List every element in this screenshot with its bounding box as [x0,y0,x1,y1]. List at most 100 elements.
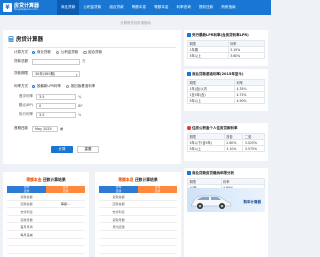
result-row: 支付利息 [99,208,177,216]
result-row-value [46,246,85,253]
calculate-button[interactable]: 计算 [51,146,73,153]
result-row-value [138,208,177,215]
calendar-icon[interactable]: ▦ [60,127,63,131]
bp-row: 基点(BP) 0 BP [15,102,83,109]
car-calculator-banner[interactable]: 购车计算器 [187,188,265,212]
result-row: 每月递减 [7,231,85,239]
result-row: 贷款月数 [99,216,177,224]
result-title-suffix: 还款计算结果 [134,177,158,182]
radio-label: 按最新LPR利率 [36,84,61,88]
nav-item-guide[interactable]: 购房指南 [217,0,239,15]
result-row-value: 等额... [60,202,71,207]
result-row-value [138,193,177,200]
lpr-unit: % [78,94,82,99]
nav-item-prepay[interactable]: 提前还款 [195,0,217,15]
actual-rate-input[interactable]: 3.5 [36,111,76,118]
radio-dot [65,84,70,89]
nav-item-equal-principal[interactable]: 等额本金 [150,0,172,15]
result-title: 等额本息 还款计算结果 [95,172,181,183]
result-row-label: 还款总额 [112,202,125,207]
result-row-label [7,239,46,246]
calculator-icon [8,36,14,42]
logo[interactable]: ¥ 房贷计算器 fangdaijisuan.com [3,3,49,12]
lpr-input[interactable]: 3.5 [36,93,76,100]
reset-button[interactable]: 重置 [77,146,99,153]
table-cell: 3.10% [223,145,244,152]
result-row [7,246,85,254]
chart-icon [187,33,191,37]
radio-label: 商业贷款 [36,50,51,54]
result-row-label: 贷款月数 [20,217,33,222]
result-row-label [99,239,138,246]
first-payment-date-input[interactable]: May 2025 [32,125,58,132]
result-row [99,246,177,254]
nav-item-rate-query[interactable]: 利率查询 [172,0,194,15]
loan-type-label: 计算方式 [14,50,28,54]
result-row: 首月月供 [7,223,85,231]
lpr-card-title: 央行最新LPR利率(含房贷利率LPR) [192,32,249,37]
chevron-down-icon: ▾ [75,73,78,77]
actual-rate-row: 执行利率 3.5 % [15,111,81,118]
car-icon [190,195,232,209]
nav-items: 商业贷款 公积金贷款 组合贷款 等额本息 等额本金 利率查询 提前还款 购房指南 [57,0,240,15]
result-row [99,231,177,239]
result-summary: 月均 还款 首月 还款 [99,186,177,193]
logo-subtitle: fangdaijisuan.com [14,7,38,11]
result-title-highlight: 等额本金 [26,177,42,182]
result-summary-left: 月均 还款 [99,186,138,193]
lpr-rate-card: 央行最新LPR利率(含房贷利率LPR) 期限 利率 1年期 3.10% 5年以上 3.… [184,30,268,66]
result-row: 还款总额 等额... [7,201,85,209]
term-select[interactable]: 30年(360期) ▾ [32,70,80,77]
amount-input[interactable] [32,58,80,65]
result-panel-equal-installment: 等额本息 还款计算结果 月均 还款 首月 还款 贷款总额还款总额支付利息贷款月数 月均… [95,172,181,257]
actual-rate-unit: % [78,112,82,117]
house-icon [187,171,191,175]
base-rate-card: 商业贷款基准利率(2015年至今) 期限 利率 1年(含)以内 4.35% 1至5年… [184,69,268,111]
divider [8,47,176,48]
table-cell: 3.60% [227,52,266,59]
radio-lpr[interactable]: 按最新LPR利率 [32,84,61,89]
result-row-value [46,216,85,223]
logo-icon: ¥ [3,3,12,12]
result-title: 等额本金 还款计算结果 [3,172,89,183]
result-row-label: 贷款月数 [112,217,125,222]
result-row-label: 支付利息 [112,209,125,214]
table-cell: 5年以上 [187,145,225,152]
nav-item-commercial[interactable]: 商业贷款 [57,0,80,15]
loan-type-row: 计算方式 商业贷款 公积金贷款 组合贷款 [8,49,107,56]
bp-input[interactable]: 0 [36,102,76,109]
base-rate-table: 期限 利率 1年(含)以内 4.35% 1至5年(含) 4.75% 5年以上 4.90% [187,79,266,104]
result-title-suffix: 还款计算结果 [42,177,66,182]
table-cell: 5年以上 [187,97,235,104]
result-row-label [7,246,46,253]
amount-unit: 万 [82,59,86,63]
result-title-highlight: 等额本息 [118,177,134,182]
table-cell: 4.90% [233,97,266,104]
result-row-value [46,223,85,230]
radio-combined[interactable]: 组合贷款 [83,50,102,55]
result-row-label: 每月递减 [20,232,33,237]
term-value: 30年(360期) [35,72,56,76]
radio-provident[interactable]: 公积金贷款 [55,50,78,55]
result-row: 贷款总额 [99,193,177,201]
provident-rate-table: 期限 首套 二套 5年以下(含5年) 2.60% 3.025% 5年以上 3.10% 3.5… [187,133,265,152]
result-row-value [46,239,85,246]
result-row-label [99,246,138,253]
bp-label: 基点(BP) [18,103,33,107]
bp-unit: BP [78,103,83,108]
radio-base-rate[interactable]: 按旧版基准利率 [65,84,96,89]
table-cell: 3.575% [242,145,265,152]
radio-label: 组合贷款 [88,50,103,54]
radio-label: 按旧版基准利率 [70,84,96,88]
radio-dot [32,84,36,89]
result-row-label: 还款总额 [20,202,33,207]
term-row: 贷款期限 30年(360期) ▾ [8,70,80,77]
radio-commercial[interactable]: 商业贷款 [32,50,51,55]
first-payment-label: 首期还款 [14,126,28,130]
car-calculator-card: 商业贷款房贷缴纳年限分析 期限利率 10年4.90% 购车计算器 [184,168,268,257]
result-row-label: 贷款总额 [112,194,125,199]
nav-item-combined[interactable]: 组合贷款 [105,0,127,15]
nav-item-provident[interactable]: 公积金贷款 [79,0,105,15]
result-row-value [138,223,177,230]
nav-item-equal-installment[interactable]: 等额本息 [128,0,150,15]
